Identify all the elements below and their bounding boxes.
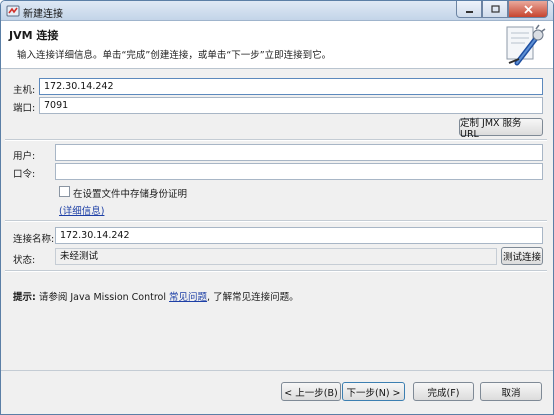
user-label: 用户:	[13, 151, 36, 162]
status-label: 状态:	[13, 255, 36, 266]
separator	[5, 139, 547, 141]
back-button[interactable]: < 上一步(B)	[281, 382, 341, 401]
page-description: 输入连接详细信息。单击“完成”创建连接，或单击“下一步”立即连接到它。	[17, 50, 332, 61]
hint-text-before: 请参阅 Java Mission Control	[35, 292, 170, 303]
maximize-icon[interactable]	[482, 1, 508, 18]
title-bar[interactable]: 新建连接	[1, 1, 553, 21]
wizard-banner: JVM 连接 输入连接详细信息。单击“完成”创建连接，或单击“下一步”立即连接到…	[1, 21, 553, 69]
minimize-icon[interactable]	[456, 1, 482, 18]
host-label: 主机:	[13, 85, 36, 96]
caption-buttons	[456, 1, 548, 19]
new-connection-dialog: 新建连接 JVM 连接 输入连接详细信息。单击“完成”创建连接，或单击“下一步”…	[0, 0, 554, 415]
host-input[interactable]: 172.30.14.242	[39, 78, 543, 95]
button-bar: < 上一步(B) 下一步(N) > 完成(F) 取消	[1, 371, 553, 414]
form-area: 主机: 172.30.14.242 端口: 7091 定制 JMX 服务 URL…	[1, 70, 553, 370]
port-input[interactable]: 7091	[39, 97, 543, 114]
hint-text-after: , 了解常见连接问题。	[207, 292, 299, 303]
finish-button[interactable]: 完成(F)	[413, 382, 474, 401]
details-link[interactable]: (详细信息)	[59, 203, 104, 217]
close-icon[interactable]	[508, 1, 548, 18]
next-button[interactable]: 下一步(N) >	[342, 382, 405, 401]
port-label: 端口:	[13, 103, 36, 114]
connection-name-label: 连接名称:	[13, 234, 55, 245]
custom-jmx-url-button[interactable]: 定制 JMX 服务 URL	[459, 118, 543, 140]
store-credentials-checkbox[interactable]	[59, 186, 70, 197]
password-label: 口令:	[13, 169, 36, 180]
cancel-button[interactable]: 取消	[480, 382, 542, 401]
store-credentials-label: 在设置文件中存储身份证明	[73, 189, 188, 200]
hint-prefix: 提示:	[13, 292, 36, 303]
faq-link[interactable]: 常见问题	[169, 292, 207, 303]
user-input[interactable]	[55, 144, 543, 161]
test-connection-button[interactable]: 测试连接	[501, 247, 543, 265]
hint-text: 提示: 请参阅 Java Mission Control 常见问题, 了解常见连…	[13, 289, 299, 303]
app-icon	[6, 5, 20, 17]
status-value: 未经测试	[55, 248, 497, 265]
page-title: JVM 连接	[9, 29, 59, 42]
plug-wizard-icon	[506, 24, 546, 66]
connection-name-input[interactable]: 172.30.14.242	[55, 227, 543, 244]
window-title: 新建连接	[23, 9, 63, 20]
password-input[interactable]	[55, 163, 543, 180]
separator	[5, 220, 547, 222]
separator	[5, 270, 547, 272]
